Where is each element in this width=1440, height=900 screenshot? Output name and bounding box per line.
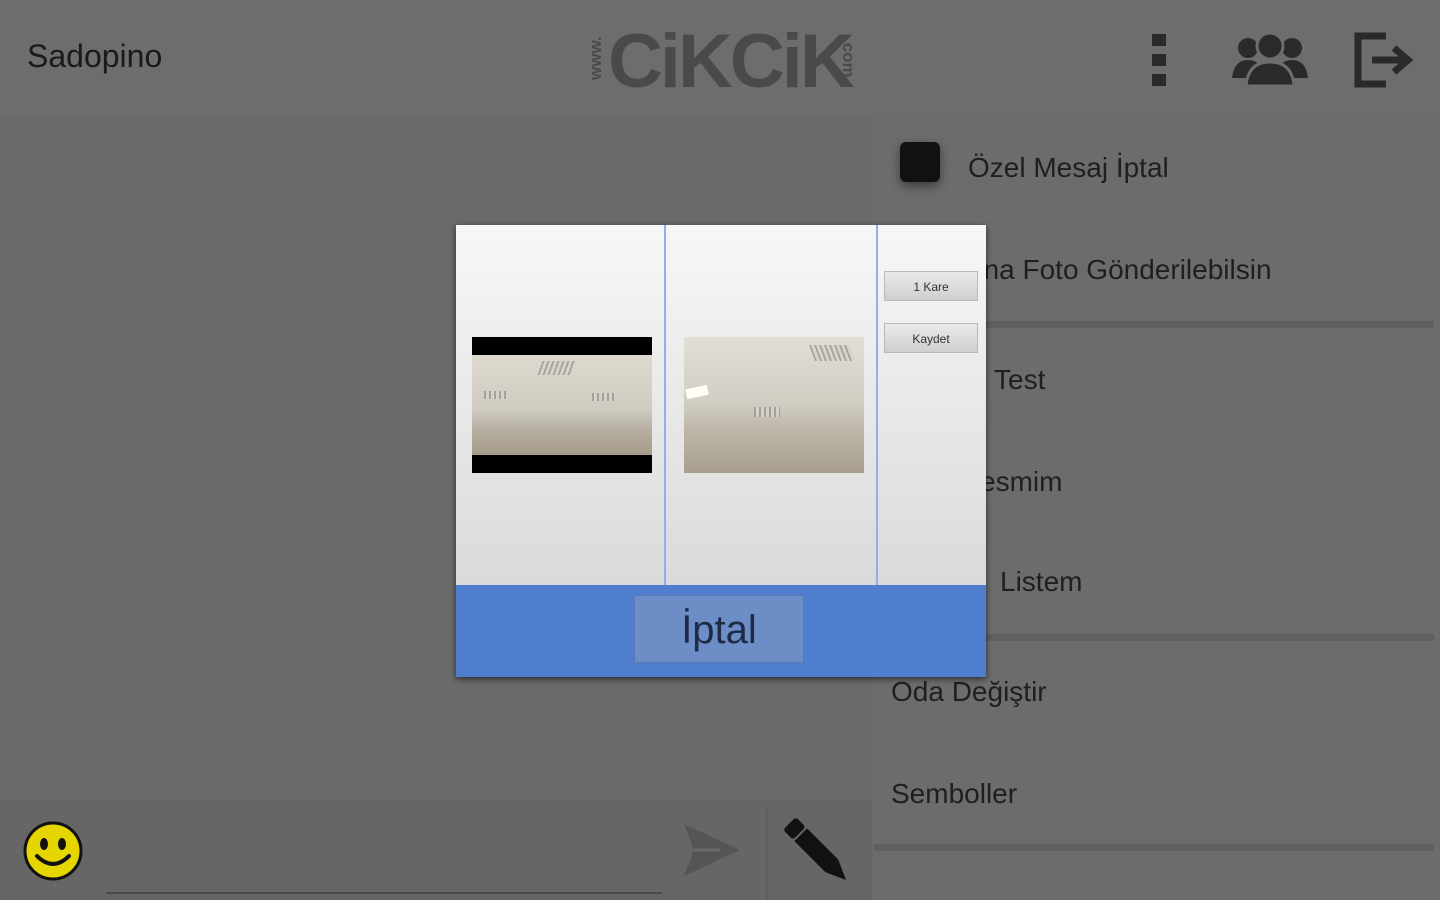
photo-detail — [592, 393, 616, 401]
users-icon[interactable] — [1228, 28, 1312, 88]
composer-divider — [766, 808, 768, 900]
dialog-body: 1 Kare Kaydet — [456, 225, 986, 585]
dialog-footer: İptal — [456, 585, 986, 677]
top-bar: Sadopino www. CiKCiK .com — [0, 0, 1440, 116]
menu-item-label: Özel Mesaj İptal — [968, 152, 1169, 183]
private-message-checkbox[interactable] — [900, 142, 940, 182]
captured-photo-preview[interactable] — [472, 337, 652, 473]
photo-content — [472, 355, 652, 455]
cancel-button[interactable]: İptal — [634, 595, 804, 663]
column-divider — [664, 225, 666, 585]
save-button[interactable]: Kaydet — [884, 323, 978, 353]
photo-detail — [537, 361, 577, 375]
photo-detail — [484, 391, 506, 399]
pencil-icon[interactable] — [772, 806, 862, 896]
cikcik-logo: www. CiKCiK .com — [586, 19, 858, 104]
menu-item-private-message-cancel[interactable]: Özel Mesaj İptal — [874, 116, 1440, 216]
menu-item-label: Oda Değiştir — [891, 676, 1047, 707]
menu-item-label: Semboller — [891, 778, 1018, 809]
username-label: Sadopino — [27, 38, 163, 74]
live-camera-preview[interactable] — [684, 337, 864, 473]
send-icon[interactable] — [680, 818, 744, 882]
menu-item-label: esmim — [980, 466, 1063, 497]
more-vertical-icon[interactable] — [1142, 30, 1176, 90]
menu-item-label: Test — [994, 364, 1046, 395]
photo-capture-dialog: 1 Kare Kaydet İptal — [456, 225, 986, 677]
exit-icon[interactable] — [1352, 30, 1414, 90]
menu-item-label: ana Foto Gönderilebilsin — [968, 254, 1272, 285]
column-divider — [876, 225, 878, 585]
menu-separator — [874, 844, 1434, 851]
logo-www: www. — [586, 36, 605, 80]
photo-detail — [754, 407, 780, 417]
smiley-icon[interactable] — [22, 820, 84, 882]
logo-com: .com — [839, 38, 858, 78]
message-input[interactable] — [106, 814, 662, 894]
one-frame-button[interactable]: 1 Kare — [884, 271, 978, 301]
logo-wordmark: CiKCiK — [608, 19, 855, 104]
photo-light — [685, 384, 709, 400]
menu-item-symbols[interactable]: Semboller — [874, 744, 1440, 844]
menu-item-label: Listem — [1000, 566, 1083, 597]
photo-detail — [809, 345, 855, 361]
